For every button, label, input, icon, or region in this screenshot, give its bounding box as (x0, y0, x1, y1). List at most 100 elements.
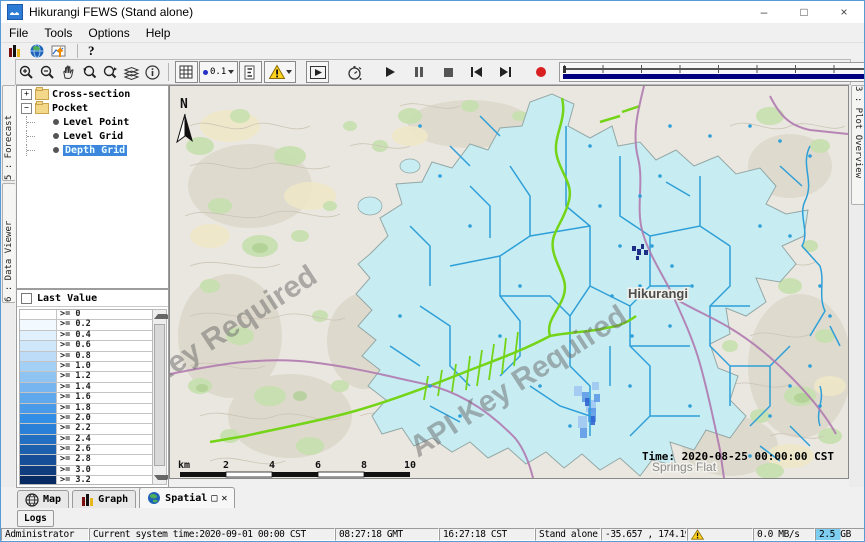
tree-item-level-grid[interactable]: Level Grid (17, 130, 168, 142)
app-icon (7, 4, 23, 20)
animation-timer-icon[interactable] (344, 62, 365, 82)
legend-color-swatch (20, 414, 57, 423)
chevron-down-icon (286, 70, 292, 74)
animation-window-icon[interactable] (306, 61, 329, 83)
tab-map[interactable]: Map (17, 490, 69, 508)
record-button[interactable] (530, 62, 551, 82)
map-canvas[interactable]: API Key Required API Key Required N km 2… (169, 85, 849, 479)
right-tab-strip: 3 : Plot Overview (849, 85, 865, 487)
tab-forecast[interactable]: 5 : Forecast (2, 85, 16, 181)
zoom-previous-icon[interactable] (79, 62, 100, 82)
legend-color-swatch (20, 372, 57, 381)
scroll-down-icon[interactable] (154, 475, 169, 480)
legend-row-label: >= 0.8 (57, 352, 91, 361)
logs-button[interactable]: Logs (17, 510, 54, 527)
svg-text:N: N (180, 97, 188, 112)
timeline-track (564, 68, 865, 70)
tree-item-pocket[interactable]: − Pocket (17, 102, 168, 114)
play-button[interactable] (379, 62, 400, 82)
legend-color-swatch (20, 362, 57, 371)
map-toolbar: 0.1 (15, 59, 851, 85)
legend-color-swatch (20, 383, 57, 392)
menu-options[interactable]: Options (80, 26, 137, 40)
legend-color-swatch (20, 320, 57, 329)
legend-row-label: >= 1.8 (57, 404, 91, 413)
status-warning-cell[interactable] (687, 528, 753, 541)
contour-threshold-dropdown[interactable]: 0.1 (199, 61, 238, 83)
help-button[interactable]: ? (88, 43, 95, 59)
legend-color-swatch (20, 445, 57, 454)
legend-row-label: >= 0.6 (57, 341, 91, 350)
last-value-checkbox[interactable] (21, 293, 32, 304)
legend-row-label: >= 1.4 (57, 383, 91, 392)
info-icon[interactable] (142, 62, 163, 82)
timeseries-dialog-icon[interactable] (51, 43, 67, 59)
bottom-tab-bar: Map Graph Spatial □ ✕ (1, 487, 864, 508)
legend-row[interactable]: >= 1.6 (20, 393, 152, 403)
zoom-in-icon[interactable] (16, 62, 37, 82)
close-button[interactable]: × (824, 1, 864, 23)
logs-row: Logs (1, 508, 864, 528)
menu-help[interactable]: Help (138, 26, 179, 40)
layers-icon[interactable] (121, 62, 142, 82)
menu-tools[interactable]: Tools (36, 26, 80, 40)
stop-button[interactable] (437, 62, 458, 82)
legend-scrollbar[interactable] (152, 309, 167, 485)
status-local-time: 16:27:18 CST (439, 528, 535, 541)
grid-display-icon[interactable] (175, 61, 198, 83)
status-mode: Stand alone (535, 528, 601, 541)
tab-graph[interactable]: Graph (72, 490, 136, 508)
zoom-out-icon[interactable] (37, 62, 58, 82)
tab-data-viewer[interactable]: 6 : Data Viewer (2, 183, 16, 303)
timeline-slider[interactable] (559, 62, 865, 82)
maximize-button[interactable]: □ (784, 1, 824, 23)
timeline-period-bar (563, 74, 865, 79)
collapse-icon[interactable]: − (21, 103, 32, 114)
legend-panel: Last Value >= 0>= 0.2>= 0.4>= 0.6>= 0.8>… (16, 289, 169, 488)
legend-row[interactable]: >= 3.2 (20, 476, 152, 485)
skip-to-end-button[interactable] (495, 62, 516, 82)
status-user: Administrator (1, 528, 89, 541)
globe-icon[interactable] (29, 43, 45, 59)
tab-maximize-icon[interactable]: □ (211, 493, 217, 504)
thresholds-warning-dropdown[interactable] (264, 61, 296, 83)
timeline-start-handle[interactable] (563, 66, 566, 73)
tab-graph-label: Graph (98, 494, 128, 505)
tree-item-cross-section[interactable]: + Cross-section (17, 88, 168, 100)
status-memory[interactable]: 2.5 GB (815, 528, 865, 541)
legend-color-swatch (20, 352, 57, 361)
legend-row-label: >= 1.0 (57, 362, 91, 371)
spatial-globe-icon (147, 491, 161, 505)
window-title: Hikurangi FEWS (Stand alone) (29, 5, 193, 19)
zoom-next-icon[interactable] (100, 62, 121, 82)
scroll-up-icon[interactable] (154, 314, 169, 319)
legend-color-swatch (20, 331, 57, 340)
tree-item-level-point[interactable]: Level Point (17, 116, 168, 128)
title-bar: Hikurangi FEWS (Stand alone) – □ × (1, 1, 864, 23)
label-display-icon[interactable] (239, 61, 262, 83)
legend-row[interactable]: >= 0.6 (20, 341, 152, 351)
folder-icon (35, 89, 49, 100)
svg-text:km: km (178, 460, 190, 471)
skip-to-start-button[interactable] (466, 62, 487, 82)
menu-file[interactable]: File (1, 26, 36, 40)
pause-button[interactable] (408, 62, 429, 82)
legend-row-label: >= 1.2 (57, 372, 91, 381)
tree-item-label-selected: Depth Grid (63, 145, 127, 156)
legend-row-label: >= 2.8 (57, 455, 91, 464)
tab-map-label: Map (43, 494, 61, 505)
legend-row-label: >= 3.2 (57, 476, 91, 485)
minimize-button[interactable]: – (744, 1, 784, 23)
svg-text:10: 10 (404, 460, 416, 471)
tab-plot-overview[interactable]: 3 : Plot Overview (851, 85, 865, 205)
pan-hand-icon[interactable] (58, 62, 79, 82)
tree-item-depth-grid[interactable]: Depth Grid (17, 144, 168, 156)
legend-list: >= 0>= 0.2>= 0.4>= 0.6>= 0.8>= 1.0>= 1.2… (19, 309, 153, 485)
scroll-thumb[interactable] (154, 324, 165, 466)
tab-spatial[interactable]: Spatial □ ✕ (139, 487, 235, 508)
folder-icon (35, 103, 49, 114)
expand-icon[interactable]: + (21, 89, 32, 100)
tab-close-icon[interactable]: ✕ (221, 493, 227, 504)
database-viewer-icon[interactable] (7, 43, 23, 59)
legend-row-label: >= 3.0 (57, 466, 91, 475)
